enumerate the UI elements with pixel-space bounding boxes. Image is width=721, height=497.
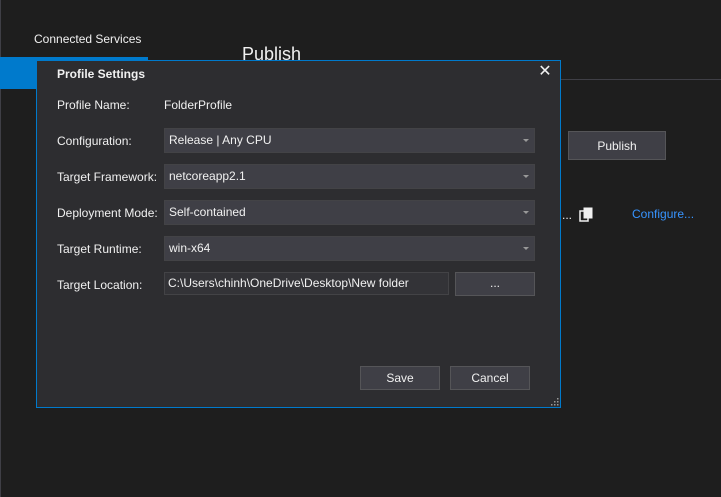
browse-button[interactable]: ...: [455, 272, 535, 296]
configuration-label: Configuration:: [57, 134, 132, 148]
dropdown-arrow-icon: [523, 139, 529, 142]
target-runtime-value: win-x64: [169, 241, 211, 255]
profile-settings-dialog: Profile Settings ✕ Profile Name: FolderP…: [36, 60, 561, 408]
target-location-label: Target Location:: [57, 278, 143, 292]
deployment-mode-value: Self-contained: [169, 205, 246, 219]
deployment-mode-dropdown[interactable]: Self-contained: [164, 200, 535, 225]
configuration-dropdown[interactable]: Release | Any CPU: [164, 128, 535, 153]
publish-button[interactable]: Publish: [568, 131, 666, 160]
target-runtime-label: Target Runtime:: [57, 242, 142, 256]
configure-link[interactable]: Configure...: [632, 207, 694, 221]
dropdown-arrow-icon: [523, 247, 529, 250]
cancel-button[interactable]: Cancel: [450, 366, 530, 390]
sidebar-item-connected-services[interactable]: Connected Services: [34, 32, 141, 46]
save-button[interactable]: Save: [360, 366, 440, 390]
configuration-value: Release | Any CPU: [169, 133, 272, 147]
profile-actions-ellipsis[interactable]: ...: [562, 208, 572, 222]
target-framework-value: netcoreapp2.1: [169, 169, 246, 183]
target-location-input[interactable]: C:\Users\chinh\OneDrive\Desktop\New fold…: [164, 272, 449, 295]
resize-grip-icon[interactable]: [549, 396, 559, 406]
copy-icon[interactable]: [578, 207, 594, 223]
header-divider: [560, 79, 721, 80]
profile-name-value: FolderProfile: [164, 98, 233, 112]
profile-name-label: Profile Name:: [57, 98, 130, 112]
deployment-mode-label: Deployment Mode:: [57, 206, 158, 220]
target-framework-label: Target Framework:: [57, 170, 158, 184]
target-runtime-dropdown[interactable]: win-x64: [164, 236, 535, 261]
dialog-title: Profile Settings: [57, 67, 146, 81]
dropdown-arrow-icon: [523, 211, 529, 214]
dropdown-arrow-icon: [523, 175, 529, 178]
close-icon[interactable]: ✕: [536, 63, 554, 81]
target-framework-dropdown[interactable]: netcoreapp2.1: [164, 164, 535, 189]
